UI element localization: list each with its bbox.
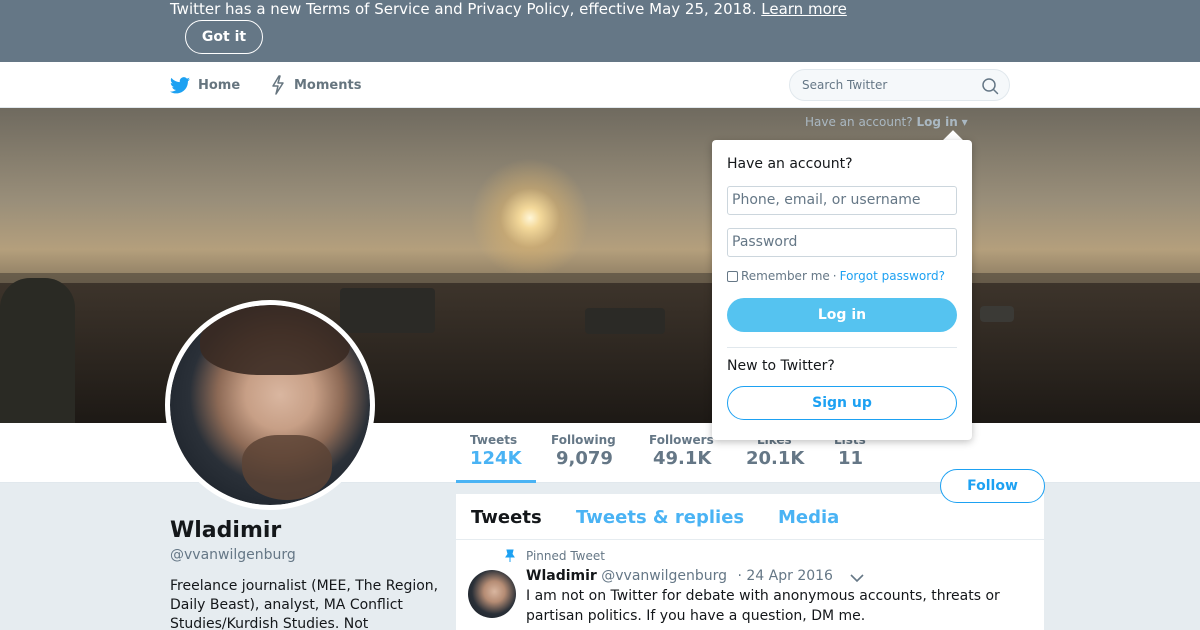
remember-me-row: Remember me · Forgot password? (727, 269, 945, 283)
login-hint[interactable]: Have an account? Log in ▾ (805, 115, 968, 129)
banner-vehicle (585, 308, 665, 334)
profile-avatar[interactable] (165, 300, 375, 510)
stat-tweets[interactable]: Tweets 124K (470, 433, 522, 469)
tweet-text: I am not on Twitter for debate with anon… (526, 588, 1000, 624)
username-field[interactable]: Phone, email, or username (727, 186, 957, 215)
new-to-twitter-label: New to Twitter? (727, 358, 835, 374)
tweet-author-name[interactable]: Wladimir (526, 568, 597, 584)
tweet-avatar[interactable] (468, 570, 516, 618)
tweet-date[interactable]: · 24 Apr 2016 (738, 568, 833, 584)
stat-followers[interactable]: Followers 49.1K (649, 433, 714, 469)
tab-tweets-replies[interactable]: Tweets & replies (576, 507, 744, 528)
profile-bio: Freelance journalist (MEE, The Region, D… (170, 578, 439, 630)
search-icon[interactable] (981, 77, 999, 95)
stat-label: Following (551, 433, 616, 447)
stat-label: Tweets (470, 433, 518, 447)
tab-tweets[interactable]: Tweets (471, 507, 542, 528)
separator-dot: · (832, 269, 837, 283)
signup-button[interactable]: Sign up (727, 386, 957, 420)
pinned-tweet-label: Pinned Tweet (504, 549, 605, 563)
lightning-icon (272, 75, 284, 95)
remember-me-label[interactable]: Remember me (741, 269, 830, 283)
stat-value: 9,079 (556, 448, 613, 469)
got-it-button[interactable]: Got it (185, 20, 263, 54)
nav-moments-label: Moments (294, 77, 362, 93)
login-hint-link[interactable]: Log in (916, 115, 957, 129)
remember-me-checkbox[interactable] (727, 270, 738, 282)
tweet-header: Wladimir @vvanwilgenburg · 24 Apr 2016 (526, 568, 833, 584)
banner-vehicle (340, 288, 435, 333)
terms-notice-bar: Twitter has a new Terms of Service and P… (0, 0, 1200, 62)
tweet-author-handle[interactable]: @vvanwilgenburg (601, 568, 727, 584)
login-dropdown-title: Have an account? (727, 156, 853, 172)
nav-home-label: Home (198, 77, 241, 93)
timeline: Tweets Tweets & replies Media Pinned Twe… (456, 494, 1044, 630)
avatar-hair (200, 305, 350, 375)
login-hint-prompt: Have an account? (805, 115, 913, 129)
stat-value: 124K (470, 448, 522, 469)
avatar-beard (242, 435, 332, 500)
avatar-photo (170, 305, 370, 505)
chevron-down-icon[interactable] (849, 572, 865, 584)
search-input[interactable]: Search Twitter (789, 69, 1010, 101)
stat-following[interactable]: Following 9,079 (551, 433, 616, 469)
stat-label: Followers (649, 433, 714, 447)
twitter-bird-icon (170, 76, 190, 93)
top-navigation: Home Moments Search Twitter (0, 62, 1200, 108)
profile-name[interactable]: Wladimir (170, 518, 281, 543)
profile-handle[interactable]: @vvanwilgenburg (170, 547, 296, 563)
stat-value: 11 (838, 448, 864, 469)
forgot-password-link[interactable]: Forgot password? (840, 269, 945, 283)
stat-value: 49.1K (653, 448, 712, 469)
caret-down-icon: ▾ (961, 115, 968, 129)
stat-value: 20.1K (746, 448, 805, 469)
banner-sun (470, 158, 590, 278)
follow-button[interactable]: Follow (940, 469, 1045, 503)
search-placeholder: Search Twitter (802, 78, 888, 92)
notice-text: Twitter has a new Terms of Service and P… (170, 0, 847, 18)
login-dropdown: Have an account? Phone, email, or userna… (712, 140, 972, 440)
nav-home[interactable]: Home (170, 62, 240, 108)
tab-media[interactable]: Media (778, 507, 839, 528)
banner-figure (0, 278, 75, 423)
learn-more-link[interactable]: Learn more (761, 0, 847, 18)
password-field[interactable]: Password (727, 228, 957, 257)
active-stat-indicator (456, 480, 536, 483)
dropdown-divider (727, 347, 957, 348)
login-button[interactable]: Log in (727, 298, 957, 332)
pin-icon (505, 549, 515, 562)
pinned-text: Pinned Tweet (526, 549, 605, 563)
nav-moments[interactable]: Moments (270, 62, 361, 108)
notice-message: Twitter has a new Terms of Service and P… (170, 0, 757, 18)
banner-vehicle (980, 306, 1014, 322)
